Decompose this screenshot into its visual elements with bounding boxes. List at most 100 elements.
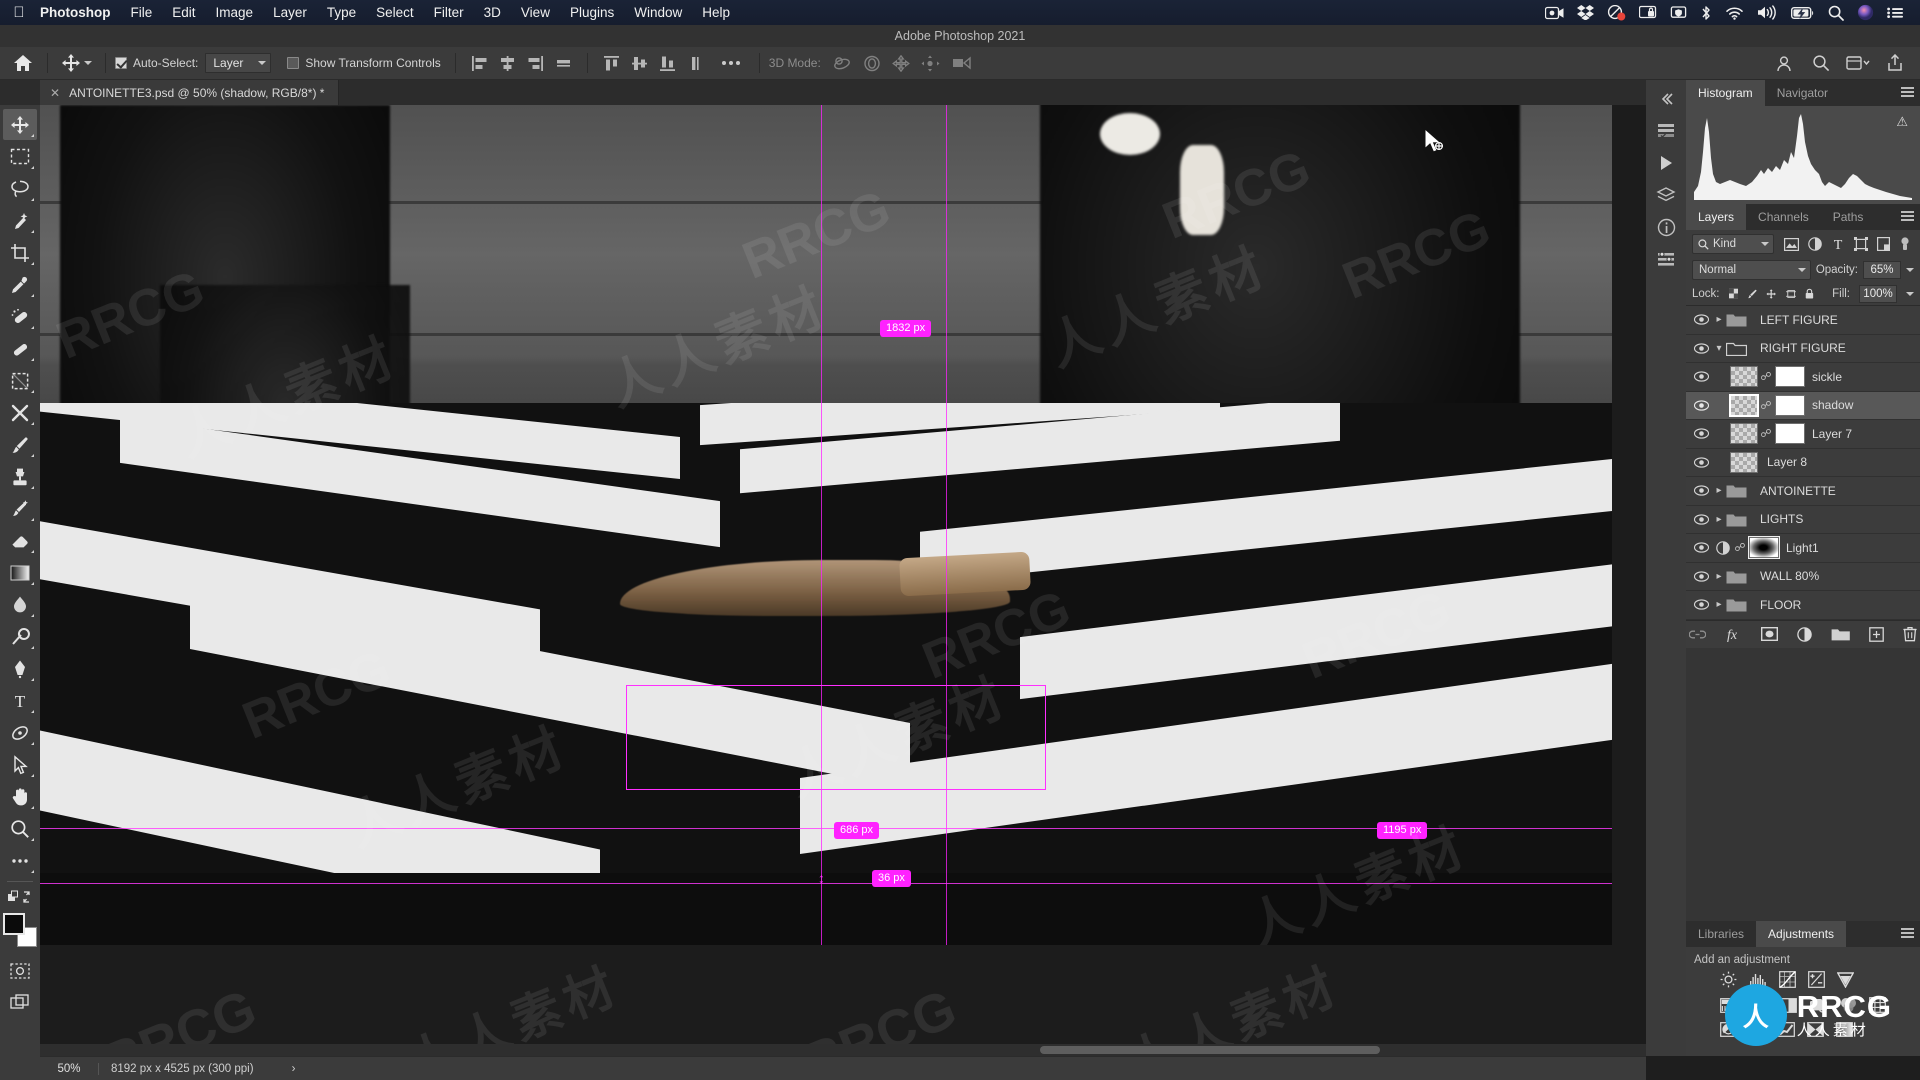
menu-window[interactable]: Window <box>624 5 692 20</box>
clone-stamp-tool-icon[interactable] <box>3 461 37 492</box>
align-left-edges-icon[interactable] <box>471 55 488 72</box>
layer-mask-thumbnail[interactable] <box>1749 537 1779 558</box>
layer-row-layer-7[interactable]: ☍ Layer 7 <box>1686 420 1920 449</box>
menu-type[interactable]: Type <box>317 5 366 20</box>
cached-data-warning-icon[interactable]: ⚠ <box>1896 114 1908 130</box>
hand-tool-icon[interactable] <box>3 781 37 812</box>
share-icon[interactable] <box>1886 54 1904 72</box>
align-bottom-edges-icon[interactable] <box>659 55 676 72</box>
group-expand-chevron-icon[interactable]: ▸ <box>1712 314 1726 325</box>
tab-histogram[interactable]: Histogram <box>1686 80 1765 106</box>
bluetooth-icon[interactable] <box>1700 5 1712 21</box>
layer-thumbnail[interactable] <box>1730 423 1758 444</box>
healing-brush-tool-icon[interactable] <box>3 333 37 364</box>
layer-row-left-figure[interactable]: ▸ LEFT FIGURE <box>1686 306 1920 335</box>
volume-icon[interactable] <box>1757 5 1778 20</box>
menu-help[interactable]: Help <box>692 5 740 20</box>
panel-menu-icon[interactable] <box>1901 928 1914 940</box>
panel-menu-icon[interactable] <box>1901 87 1914 99</box>
link-layers-icon[interactable] <box>1689 629 1706 640</box>
crop-tool-icon[interactable] <box>3 237 37 268</box>
lock-all-icon[interactable] <box>1805 287 1814 301</box>
align-vertical-centers-icon[interactable] <box>631 55 648 72</box>
chevron-down-icon[interactable] <box>84 61 92 65</box>
filter-smartobject-icon[interactable] <box>1877 237 1890 251</box>
menu-photoshop[interactable]: Photoshop <box>30 5 121 20</box>
path-shape-tool-icon[interactable] <box>3 717 37 748</box>
workspace-icon[interactable] <box>1846 55 1870 71</box>
menu-edit[interactable]: Edit <box>162 5 205 20</box>
spot-healing-brush-tool-icon[interactable] <box>3 301 37 332</box>
layer-thumbnail[interactable] <box>1730 452 1758 473</box>
delete-layer-icon[interactable] <box>1903 626 1917 642</box>
layer-row-wall-80[interactable]: ▸ WALL 80% <box>1686 563 1920 592</box>
lock-artboard-nesting-icon[interactable] <box>1786 287 1796 301</box>
layer-visibility-icon[interactable] <box>1690 428 1712 439</box>
opacity-chevron-down-icon[interactable] <box>1906 268 1914 272</box>
more-options-icon[interactable] <box>712 61 750 65</box>
type-tool-icon[interactable]: T <box>3 685 37 716</box>
screen-mode-icon[interactable] <box>3 987 37 1018</box>
gradient-tool-icon[interactable] <box>3 557 37 588</box>
tool-presets-icon[interactable] <box>1649 244 1683 274</box>
layer-thumbnail[interactable] <box>1730 395 1758 416</box>
tab-libraries[interactable]: Libraries <box>1686 921 1756 947</box>
layer-mask-thumbnail[interactable] <box>1775 395 1805 416</box>
display-lock-icon[interactable] <box>1639 5 1657 20</box>
quick-mask-icon[interactable] <box>3 955 37 986</box>
layer-mask-thumbnail[interactable] <box>1775 366 1805 387</box>
layer-row-layer-8[interactable]: Layer 8 <box>1686 449 1920 478</box>
lasso-tool-icon[interactable] <box>3 173 37 204</box>
canvas-area[interactable]: ↕ 1832 px 686 px 1195 px 36 px RRCG 人人素材… <box>40 105 1646 1056</box>
canvas-horizontal-scrollbar[interactable] <box>40 1044 1646 1056</box>
pan-3d-icon[interactable] <box>892 55 910 72</box>
layer-row-antoinette[interactable]: ▸ ANTOINETTE <box>1686 477 1920 506</box>
layer-visibility-icon[interactable] <box>1690 343 1712 354</box>
pen-tool-icon[interactable] <box>3 653 37 684</box>
filter-toggle-icon[interactable] <box>1899 237 1911 251</box>
status-expand-icon[interactable]: › <box>292 1063 296 1075</box>
menu-plugins[interactable]: Plugins <box>560 5 624 20</box>
document-tab[interactable]: ✕ ANTOINETTE3.psd @ 50% (shadow, RGB/8*)… <box>40 80 339 105</box>
layer-row-lights[interactable]: ▸ LIGHTS <box>1686 506 1920 535</box>
quick-selection-tool-icon[interactable] <box>3 205 37 236</box>
roll-3d-icon[interactable] <box>863 55 881 72</box>
fill-value[interactable]: 100% <box>1859 285 1897 303</box>
filter-adjustment-icon[interactable] <box>1808 237 1822 251</box>
layer-filter-kind-dropdown[interactable]: Kind <box>1692 234 1774 254</box>
slide-3d-icon[interactable] <box>921 55 940 72</box>
control-center-icon[interactable] <box>1887 6 1904 20</box>
vpn-shield-icon[interactable] <box>1670 5 1687 20</box>
path-selection-tool-icon[interactable] <box>3 749 37 780</box>
layer-visibility-icon[interactable] <box>1690 542 1712 553</box>
layer-thumbnail[interactable] <box>1730 366 1758 387</box>
filter-shape-icon[interactable] <box>1854 237 1868 251</box>
distribute-vertical-icon[interactable] <box>687 55 704 72</box>
menu-file[interactable]: File <box>121 5 163 20</box>
history-panel-icon[interactable] <box>1649 116 1683 146</box>
select-subject-icon[interactable] <box>1776 55 1796 72</box>
move-tool-icon[interactable] <box>3 109 37 140</box>
align-horizontal-centers-icon[interactable] <box>499 55 516 72</box>
foreground-color-swatch[interactable] <box>3 913 25 935</box>
menu-filter[interactable]: Filter <box>424 5 474 20</box>
apple-logo-icon[interactable]:  <box>8 4 30 21</box>
blur-tool-icon[interactable] <box>3 589 37 620</box>
panel-menu-icon[interactable] <box>1901 211 1914 223</box>
spotlight-search-icon[interactable] <box>1828 5 1844 21</box>
close-icon[interactable]: ✕ <box>50 86 60 100</box>
layer-visibility-icon[interactable] <box>1690 314 1712 325</box>
zoom-level[interactable]: 50% <box>40 1063 98 1075</box>
layer-visibility-icon[interactable] <box>1690 571 1712 582</box>
layer-visibility-icon[interactable] <box>1690 400 1712 411</box>
tab-layers[interactable]: Layers <box>1686 204 1746 230</box>
layer-visibility-icon[interactable] <box>1690 371 1712 382</box>
rectangular-marquee-tool-icon[interactable] <box>3 141 37 172</box>
play-actions-icon[interactable] <box>1649 148 1683 178</box>
document-artboard[interactable]: ↕ 1832 px 686 px 1195 px 36 px RRCG 人人素材… <box>40 105 1612 945</box>
group-expand-chevron-icon[interactable]: ▸ <box>1712 599 1726 610</box>
home-icon[interactable] <box>8 51 38 75</box>
add-layer-mask-icon[interactable] <box>1761 627 1778 641</box>
frame-tool-icon[interactable] <box>3 365 37 396</box>
libraries-panel-icon[interactable] <box>1649 180 1683 210</box>
